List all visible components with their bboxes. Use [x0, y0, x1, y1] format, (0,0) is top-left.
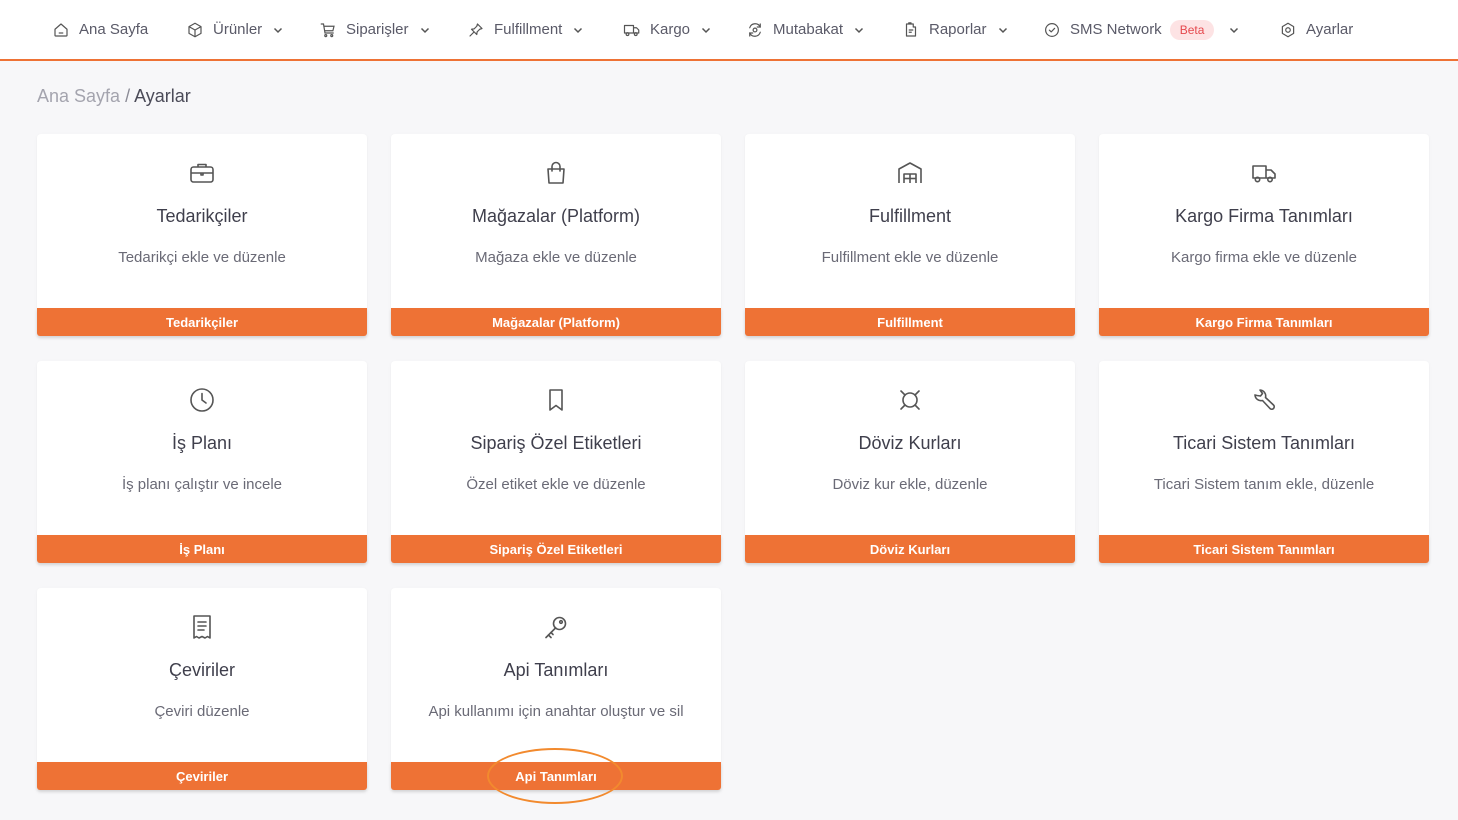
card-description: Api kullanımı için anahtar oluştur ve si… — [428, 703, 684, 720]
beta-badge: Beta — [1169, 19, 1215, 40]
settings-card-kargo-firma: Kargo Firma Tanımları Kargo firma ekle v… — [1099, 134, 1429, 336]
nav-item-mutabakat[interactable]: Mutabakat — [746, 0, 865, 59]
magazalar-button[interactable]: Mağazalar (Platform) — [391, 308, 721, 336]
box-icon — [188, 22, 202, 37]
card-title: Api Tanımları — [503, 660, 609, 680]
card-title: Çeviriler — [168, 660, 235, 680]
truck-icon — [1252, 165, 1276, 183]
warehouse-icon — [898, 162, 922, 183]
card-title: Mağazalar (Platform) — [471, 206, 641, 226]
check-circle-icon — [1045, 22, 1059, 37]
nav-item-kargo[interactable]: Kargo — [623, 0, 712, 59]
chevron-down-icon — [998, 27, 1007, 33]
settings-card-doviz-kurlari: Döviz Kurları Döviz kur ekle, düzenle Dö… — [745, 361, 1075, 563]
reconcile-icon — [749, 22, 761, 37]
nav-item-sms-network[interactable]: SMS Network Beta — [1043, 0, 1240, 59]
cart-icon — [320, 22, 335, 37]
ceviriler-button[interactable]: Çeviriler — [37, 762, 367, 790]
chevron-down-icon — [855, 27, 864, 33]
doviz-kurlari-button[interactable]: Döviz Kurları — [745, 535, 1075, 563]
card-title: İş Planı — [171, 433, 233, 453]
card-title: Döviz Kurları — [858, 433, 962, 453]
nav-item-siparisler[interactable]: Siparişler — [319, 0, 431, 59]
settings-card-is-plani: İş Planı İş planı çalıştır ve incele İş … — [37, 361, 367, 563]
nav-item-ayarlar[interactable]: Ayarlar — [1279, 0, 1353, 59]
briefcase-icon — [190, 163, 214, 183]
breadcrumb-home-link[interactable]: Ana Sayfa — [37, 86, 120, 106]
receipt-icon — [193, 615, 211, 639]
siparis-etiketleri-button[interactable]: Sipariş Özel Etiketleri — [391, 535, 721, 563]
kargo-firma-button[interactable]: Kargo Firma Tanımları — [1099, 308, 1429, 336]
chevron-down-icon — [574, 27, 583, 33]
card-description: Kargo firma ekle ve düzenle — [1171, 249, 1357, 266]
card-title: Sipariş Özel Etiketleri — [470, 433, 642, 453]
settings-card-fulfillment: Fulfillment Fulfillment ekle ve düzenle … — [745, 134, 1075, 336]
settings-card-api-tanimlari: Api Tanımları Api kullanımı için anahtar… — [391, 588, 721, 790]
chevron-down-icon — [420, 27, 429, 33]
truck-icon — [623, 24, 640, 36]
nav-label: Ayarlar — [1306, 21, 1354, 38]
chevron-down-icon — [1230, 27, 1239, 33]
clock-icon — [190, 388, 214, 412]
home-icon — [54, 22, 68, 37]
settings-card-tedarikciler: Tedarikçiler Tedarikçi ekle ve düzenle T… — [37, 134, 367, 336]
pin-icon — [469, 22, 483, 37]
nav-label: Ürünler — [213, 21, 263, 38]
card-description: İş planı çalıştır ve incele — [121, 476, 283, 493]
settings-card-ticari-sistem: Ticari Sistem Tanımları Ticari Sistem ta… — [1099, 361, 1429, 563]
card-description: Ticari Sistem tanım ekle, düzenle — [1153, 476, 1375, 493]
top-navigation: Ana Sayfa Ürünler Siparişler Fulfillment… — [0, 0, 1458, 61]
settings-card-siparis-etiketleri: Sipariş Özel Etiketleri Özel etiket ekle… — [391, 361, 721, 563]
nav-label: Ana Sayfa — [79, 21, 149, 38]
report-icon — [905, 21, 917, 37]
nav-item-raporlar[interactable]: Raporlar — [902, 0, 1009, 59]
breadcrumb-current: Ayarlar — [134, 86, 191, 106]
settings-icon — [1281, 22, 1295, 37]
fulfillment-button[interactable]: Fulfillment — [745, 308, 1075, 336]
bookmark-icon — [549, 389, 563, 411]
wrench-icon — [1254, 389, 1275, 410]
card-title: Kargo Firma Tanımları — [1175, 206, 1353, 226]
nav-label: Raporlar — [929, 21, 987, 38]
card-title: Ticari Sistem Tanımları — [1172, 433, 1356, 453]
currency-icon — [900, 390, 920, 410]
nav-label: Fulfillment — [494, 21, 563, 38]
card-description: Çeviri düzenle — [154, 703, 250, 720]
tedarikciler-button[interactable]: Tedarikçiler — [37, 308, 367, 336]
shopping-bag-icon — [547, 161, 565, 184]
nav-label: Mutabakat — [773, 21, 844, 38]
nav-label: Kargo — [650, 21, 691, 38]
settings-card-magazalar: Mağazalar (Platform) Mağaza ekle ve düze… — [391, 134, 721, 336]
card-title: Tedarikçiler — [156, 206, 248, 226]
nav-label: Siparişler — [346, 21, 409, 38]
card-description: Özel etiket ekle ve düzenle — [466, 476, 646, 493]
card-description: Döviz kur ekle, düzenle — [832, 476, 988, 493]
nav-item-ana-sayfa[interactable]: Ana Sayfa — [52, 0, 148, 59]
settings-card-ceviriler: Çeviriler Çeviri düzenle Çeviriler — [37, 588, 367, 790]
card-description: Tedarikçi ekle ve düzenle — [118, 249, 286, 266]
card-title: Fulfillment — [868, 206, 952, 226]
breadcrumb: Ana Sayfa / Ayarlar — [37, 86, 191, 107]
is-plani-button[interactable]: İş Planı — [37, 535, 367, 563]
nav-item-urunler[interactable]: Ürünler — [186, 0, 284, 59]
key-icon — [545, 616, 567, 639]
ticari-sistem-button[interactable]: Ticari Sistem Tanımları — [1099, 535, 1429, 563]
nav-label: SMS Network — [1070, 21, 1162, 38]
api-tanimlari-button[interactable]: Api Tanımları — [391, 762, 721, 790]
card-description: Fulfillment ekle ve düzenle — [821, 249, 999, 266]
nav-item-fulfillment[interactable]: Fulfillment — [467, 0, 584, 59]
chevron-down-icon — [702, 27, 711, 33]
chevron-down-icon — [274, 27, 283, 33]
breadcrumb-separator: / — [125, 86, 131, 106]
card-description: Mağaza ekle ve düzenle — [475, 249, 637, 266]
